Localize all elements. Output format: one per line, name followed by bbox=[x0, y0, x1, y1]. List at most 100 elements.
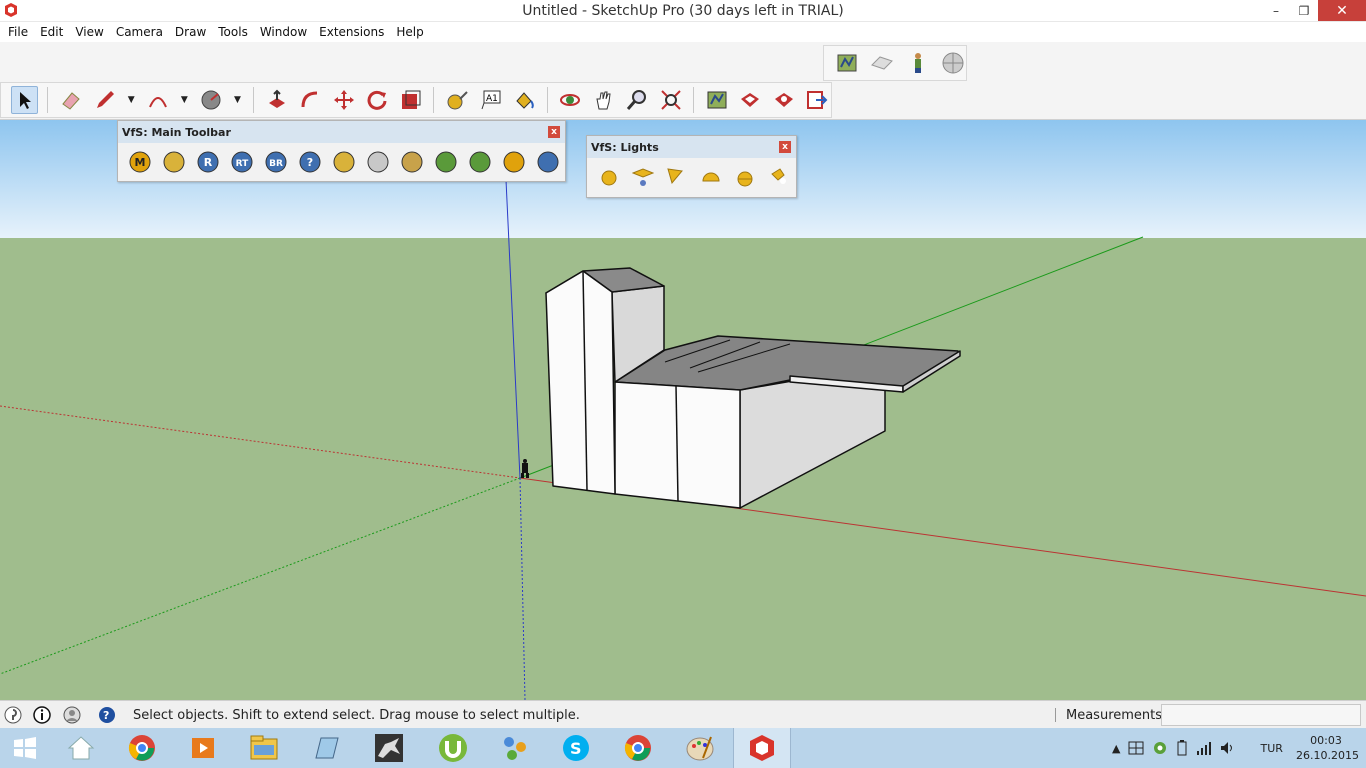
close-icon[interactable]: x bbox=[548, 126, 560, 138]
minimize-button[interactable]: – bbox=[1262, 0, 1290, 21]
orbit-icon[interactable] bbox=[557, 86, 584, 114]
map-icon[interactable] bbox=[703, 86, 730, 114]
render-rt-icon: RT bbox=[231, 151, 253, 173]
toolbar-area: ▼ ▼ ▼ A1 bbox=[0, 42, 1366, 120]
sphere-light-icon[interactable] bbox=[731, 163, 759, 191]
menu-edit[interactable]: Edit bbox=[34, 22, 69, 42]
menu-extensions[interactable]: Extensions bbox=[313, 22, 390, 42]
skype-icon[interactable]: S bbox=[547, 728, 605, 768]
move-icon[interactable] bbox=[330, 86, 357, 114]
render-rt-button[interactable]: RT bbox=[228, 148, 256, 176]
signal-icon[interactable] bbox=[1196, 741, 1212, 755]
plane-button[interactable] bbox=[398, 148, 426, 176]
scale-icon[interactable] bbox=[397, 86, 424, 114]
building-model[interactable] bbox=[545, 267, 961, 509]
push-pull-icon[interactable] bbox=[263, 86, 290, 114]
clock[interactable]: 00:03 26.10.2015 bbox=[1296, 733, 1359, 763]
batch-render-button[interactable]: BR bbox=[262, 148, 290, 176]
circle-icon[interactable] bbox=[197, 86, 224, 114]
measurements-input[interactable] bbox=[1161, 704, 1361, 726]
rhino-icon[interactable] bbox=[360, 728, 418, 768]
arc-icon[interactable] bbox=[144, 86, 171, 114]
sketchup-icon[interactable] bbox=[733, 728, 791, 768]
3d-scene[interactable] bbox=[0, 120, 1366, 700]
zoom-icon[interactable] bbox=[623, 86, 650, 114]
svg-text:?: ? bbox=[103, 709, 109, 722]
sphere-button[interactable] bbox=[364, 148, 392, 176]
chevron-down-icon[interactable]: ▼ bbox=[124, 86, 138, 114]
battery-icon[interactable] bbox=[1176, 740, 1188, 756]
start-icon[interactable] bbox=[0, 728, 50, 768]
sandbox-icon[interactable] bbox=[870, 49, 896, 77]
dome-light-icon[interactable] bbox=[697, 163, 725, 191]
help-button[interactable]: ? bbox=[296, 148, 324, 176]
volume-icon[interactable] bbox=[1220, 741, 1236, 755]
proxy-import-button[interactable] bbox=[466, 148, 494, 176]
pause-icon bbox=[537, 151, 559, 173]
language-indicator[interactable]: TUR bbox=[1260, 742, 1282, 755]
menu-help[interactable]: Help bbox=[390, 22, 429, 42]
chevron-down-icon[interactable]: ▼ bbox=[231, 86, 245, 114]
ies-light-icon[interactable] bbox=[765, 163, 793, 191]
render-button[interactable]: R bbox=[194, 148, 222, 176]
follow-me-icon[interactable] bbox=[297, 86, 324, 114]
drawing-viewport[interactable]: VfS: Main Toolbar x M R RT BR? VfS: Lights … bbox=[0, 120, 1366, 700]
extension-warehouse-icon[interactable] bbox=[770, 86, 797, 114]
vfs-main-toolbar-header[interactable]: VfS: Main Toolbar x bbox=[118, 121, 565, 143]
credits-icon[interactable] bbox=[32, 705, 52, 725]
menu-view[interactable]: View bbox=[69, 22, 109, 42]
book-icon[interactable] bbox=[297, 728, 355, 768]
account-icon[interactable] bbox=[62, 705, 82, 725]
toolbar-separator bbox=[47, 87, 49, 113]
target-button[interactable] bbox=[500, 148, 528, 176]
menu-camera[interactable]: Camera bbox=[110, 22, 169, 42]
globe-icon[interactable] bbox=[941, 49, 967, 77]
rotate-icon[interactable] bbox=[364, 86, 391, 114]
pause-button[interactable] bbox=[534, 148, 562, 176]
paint-icon[interactable] bbox=[671, 728, 729, 768]
network-icon[interactable] bbox=[486, 728, 544, 768]
chrome-icon[interactable] bbox=[609, 728, 667, 768]
pan-icon[interactable] bbox=[590, 86, 617, 114]
file-explorer-icon[interactable] bbox=[235, 728, 293, 768]
action-center-icon[interactable] bbox=[1128, 741, 1144, 755]
tag-button[interactable] bbox=[330, 148, 358, 176]
send-to-layout-icon[interactable] bbox=[804, 86, 831, 114]
chrome-icon[interactable] bbox=[113, 728, 171, 768]
proxy-export-button[interactable] bbox=[432, 148, 460, 176]
home-icon[interactable] bbox=[52, 728, 110, 768]
tower-front bbox=[545, 270, 616, 495]
eraser-icon[interactable] bbox=[57, 86, 84, 114]
geo-location-icon[interactable] bbox=[3, 705, 23, 725]
person-icon[interactable] bbox=[905, 49, 931, 77]
spot-light-icon[interactable] bbox=[663, 163, 691, 191]
rect-light-icon[interactable] bbox=[629, 163, 657, 191]
close-button[interactable]: ✕ bbox=[1318, 0, 1366, 21]
vfs-lights-header[interactable]: VfS: Lights x bbox=[587, 136, 796, 158]
3d-warehouse-icon[interactable] bbox=[737, 86, 764, 114]
tape-measure-icon[interactable] bbox=[443, 86, 470, 114]
zoom-extents-icon[interactable] bbox=[657, 86, 684, 114]
select-arrow-icon[interactable] bbox=[11, 86, 39, 114]
pencil-icon[interactable] bbox=[91, 86, 118, 114]
omni-light-icon[interactable] bbox=[595, 163, 623, 191]
text-icon[interactable]: A1 bbox=[477, 86, 504, 114]
model-info-icon[interactable] bbox=[834, 49, 860, 77]
help-label: ? bbox=[307, 156, 313, 169]
menu-draw[interactable]: Draw bbox=[169, 22, 212, 42]
help-icon[interactable]: ? bbox=[97, 705, 117, 725]
gear-icon[interactable] bbox=[1152, 740, 1168, 756]
paint-bucket-icon[interactable] bbox=[510, 86, 537, 114]
material-editor-button[interactable]: M bbox=[126, 148, 154, 176]
restore-button[interactable]: ❐ bbox=[1290, 0, 1318, 21]
media-player-icon[interactable] bbox=[174, 728, 232, 768]
scale-figure[interactable] bbox=[521, 459, 529, 478]
option-editor-button[interactable] bbox=[160, 148, 188, 176]
chevron-up-icon[interactable]: ▲ bbox=[1112, 742, 1120, 755]
chevron-down-icon[interactable]: ▼ bbox=[177, 86, 191, 114]
menu-tools[interactable]: Tools bbox=[212, 22, 254, 42]
utorrent-icon[interactable] bbox=[424, 728, 482, 768]
close-icon[interactable]: x bbox=[779, 141, 791, 153]
menu-file[interactable]: File bbox=[2, 22, 34, 42]
menu-window[interactable]: Window bbox=[254, 22, 313, 42]
